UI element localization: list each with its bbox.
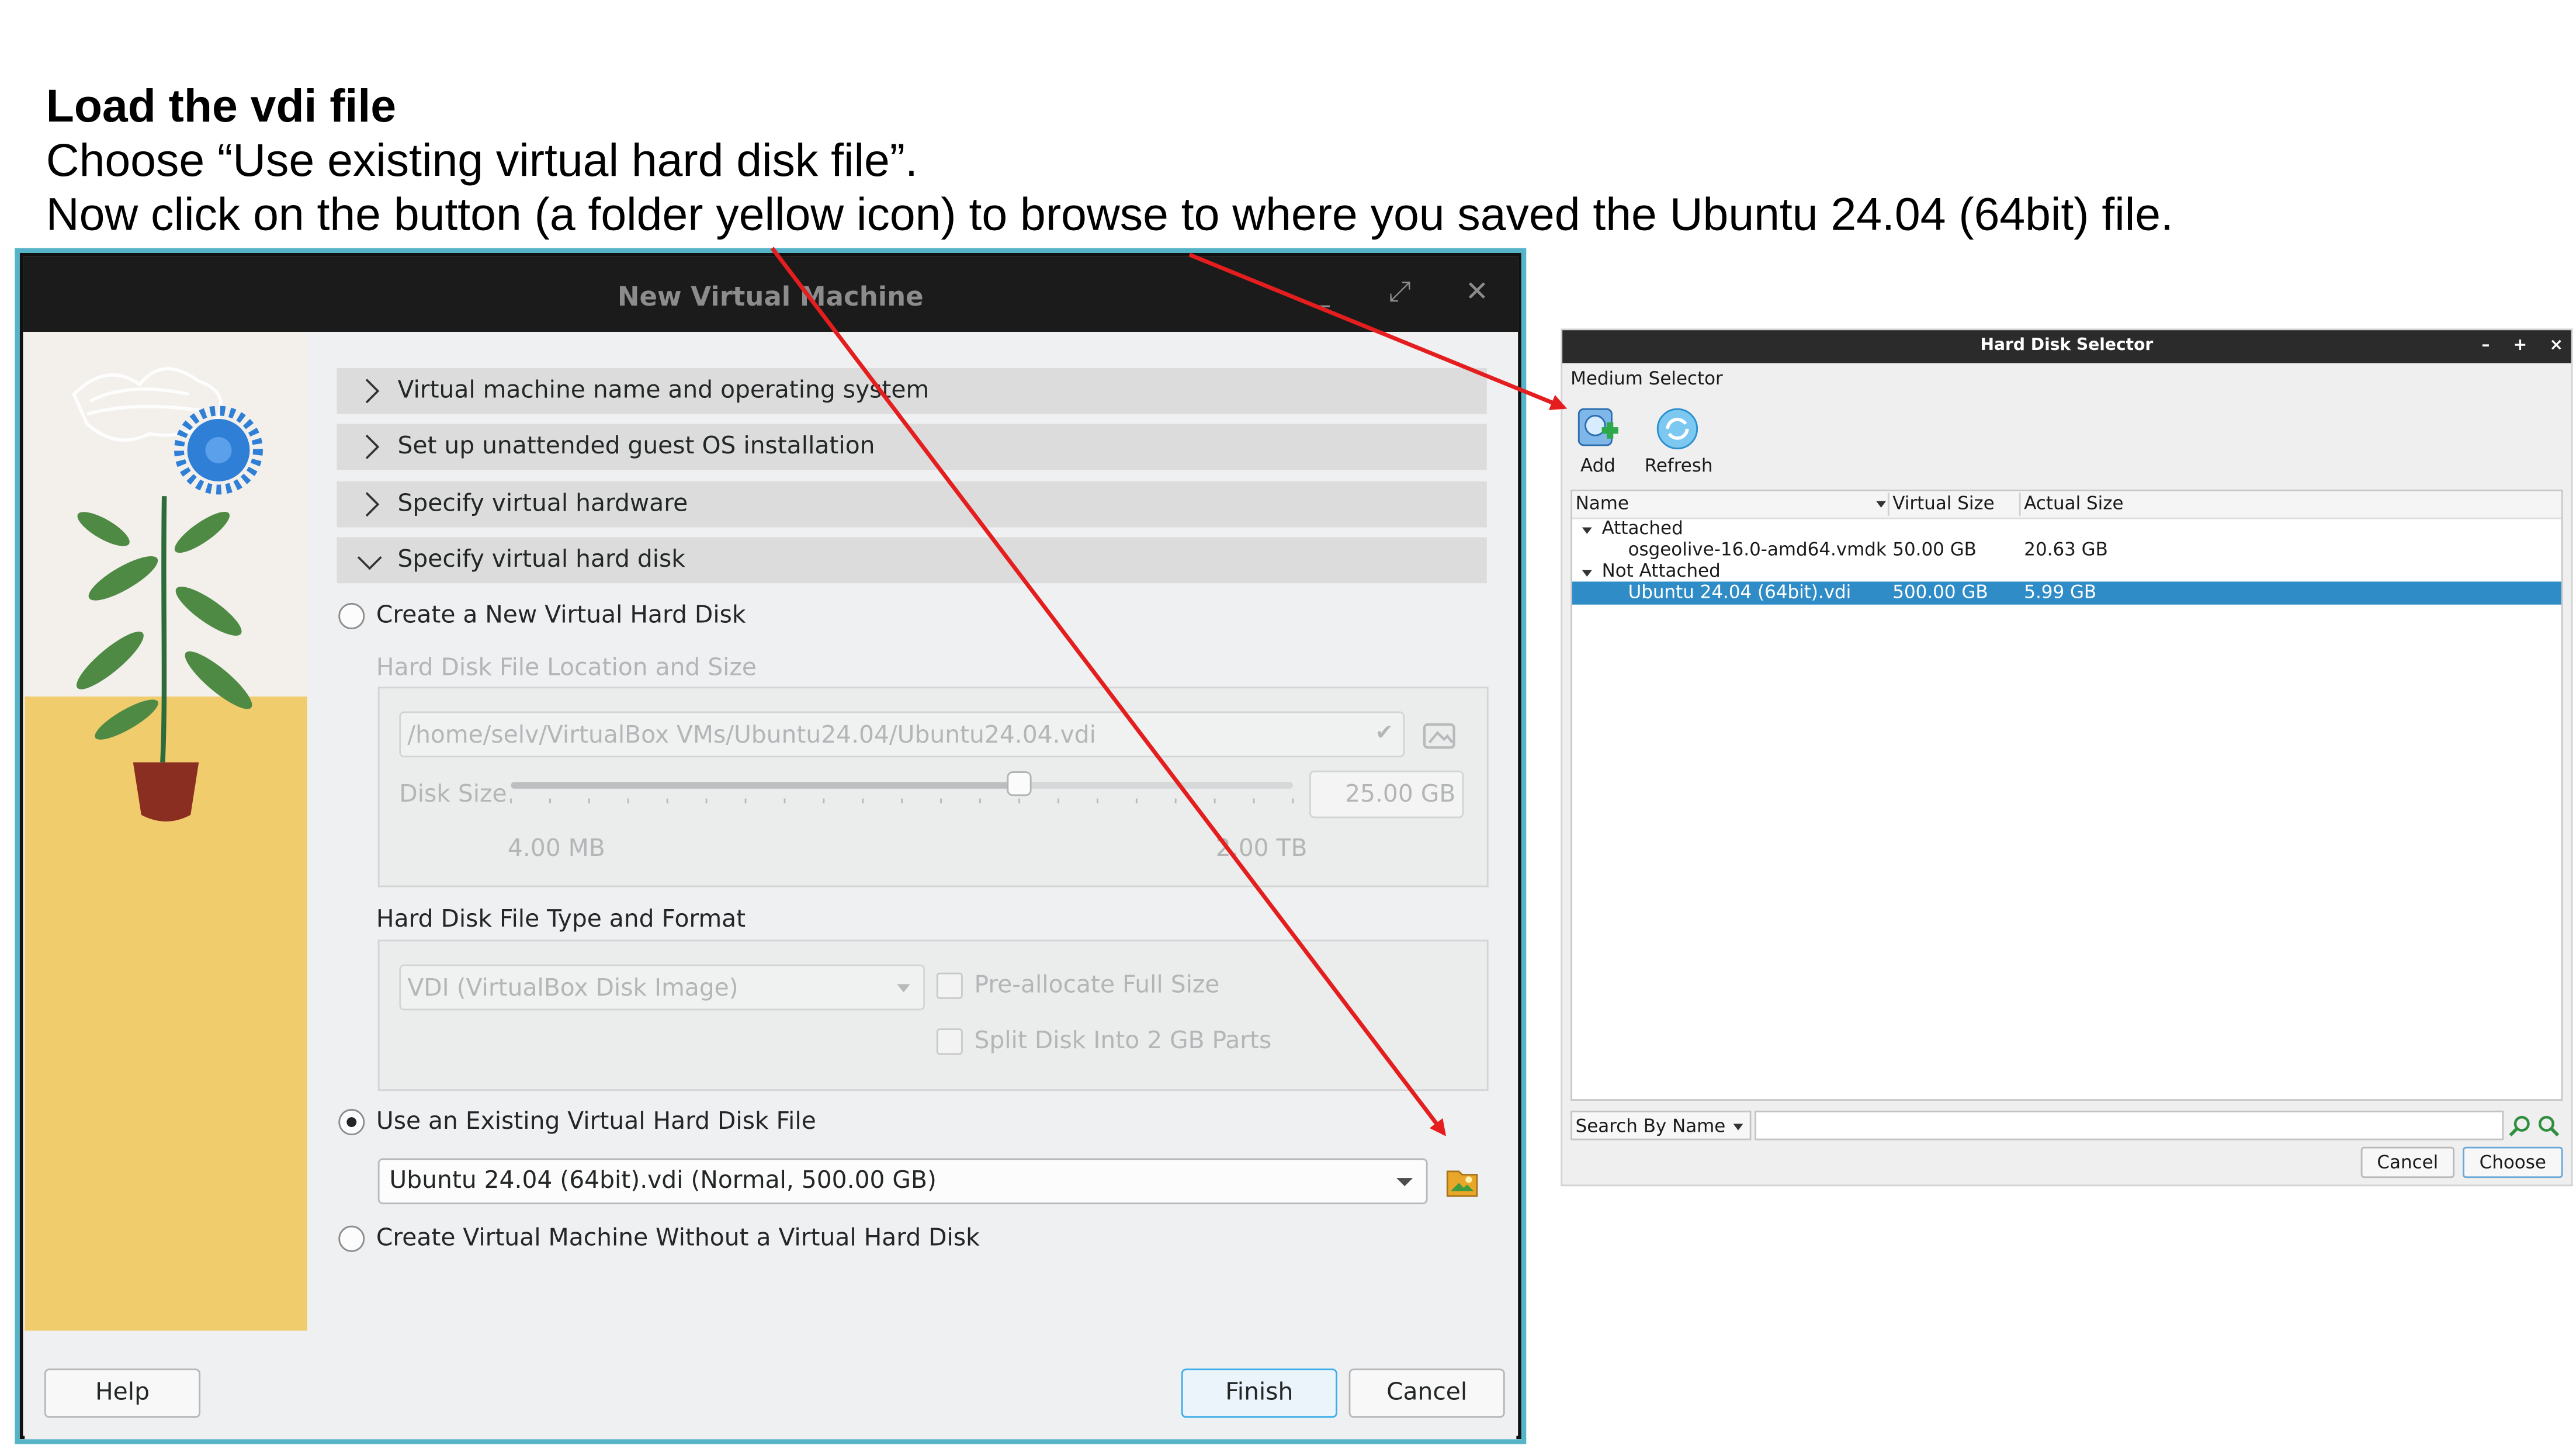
annotation-arrows <box>770 247 1568 1136</box>
slide: Load the vdi file Choose “Use existing v… <box>0 0 2576 1449</box>
arrow-to-add-button <box>1188 252 1568 410</box>
arrow-to-folder-button <box>770 247 1447 1136</box>
